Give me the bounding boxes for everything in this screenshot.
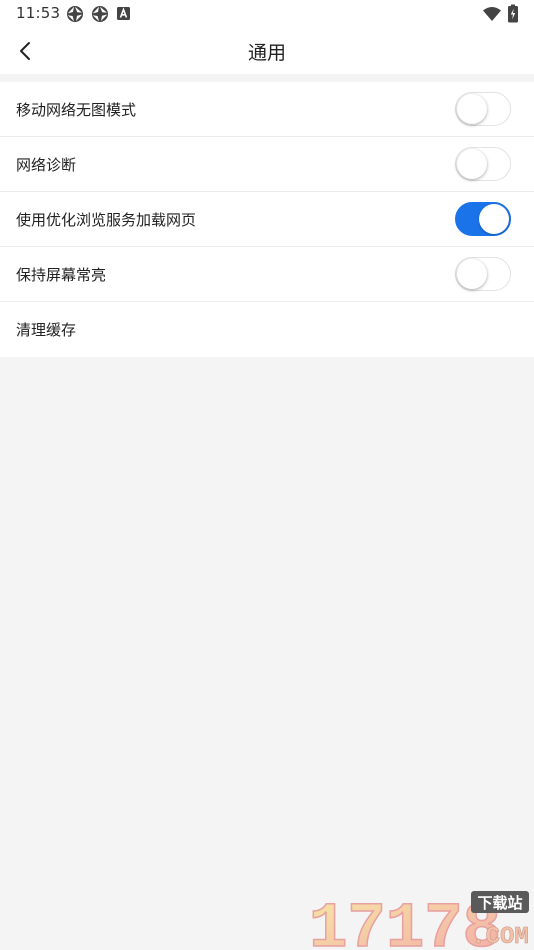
- setting-label: 网络诊断: [16, 156, 77, 174]
- setting-label: 保持屏幕常亮: [16, 266, 107, 284]
- toggle-knob: [457, 259, 487, 289]
- setting-label: 移动网络无图模式: [16, 101, 137, 119]
- toggle-knob: [457, 149, 487, 179]
- no-image-mode-toggle[interactable]: [455, 92, 511, 126]
- app-bar: 通用: [0, 28, 534, 74]
- setting-label: 使用优化浏览服务加载网页: [16, 211, 197, 229]
- toggle-knob: [479, 204, 509, 234]
- keep-screen-on-toggle[interactable]: [455, 257, 511, 291]
- watermark-domain: .COM: [471, 924, 529, 950]
- network-diagnosis-toggle[interactable]: [455, 147, 511, 181]
- setting-row-network-diagnosis[interactable]: 网络诊断: [0, 137, 534, 192]
- toggle-knob: [457, 94, 487, 124]
- a-badge-icon: [117, 7, 130, 20]
- setting-row-keep-screen-on[interactable]: 保持屏幕常亮: [0, 247, 534, 302]
- aperture-icon: [92, 6, 108, 22]
- setting-label: 清理缓存: [16, 321, 77, 339]
- aperture-icon: [67, 6, 83, 22]
- status-time: 11:53: [16, 4, 61, 22]
- wifi-icon: [483, 7, 501, 21]
- settings-list: 移动网络无图模式 网络诊断 使用优化浏览服务加载网页 保持屏幕常亮 清理缓存: [0, 82, 534, 357]
- watermark-tag: 下载站: [477, 894, 522, 912]
- site-watermark: 17178 下载站 .COM: [308, 891, 529, 950]
- status-bar: 11:53: [0, 0, 534, 28]
- setting-row-clear-cache[interactable]: 清理缓存: [0, 302, 534, 357]
- page-title: 通用: [247, 42, 286, 64]
- battery-icon: [508, 4, 518, 23]
- setting-row-optimized-browsing[interactable]: 使用优化浏览服务加载网页: [0, 192, 534, 247]
- setting-row-no-image-mode[interactable]: 移动网络无图模式: [0, 82, 534, 137]
- optimized-browsing-toggle[interactable]: [455, 202, 511, 236]
